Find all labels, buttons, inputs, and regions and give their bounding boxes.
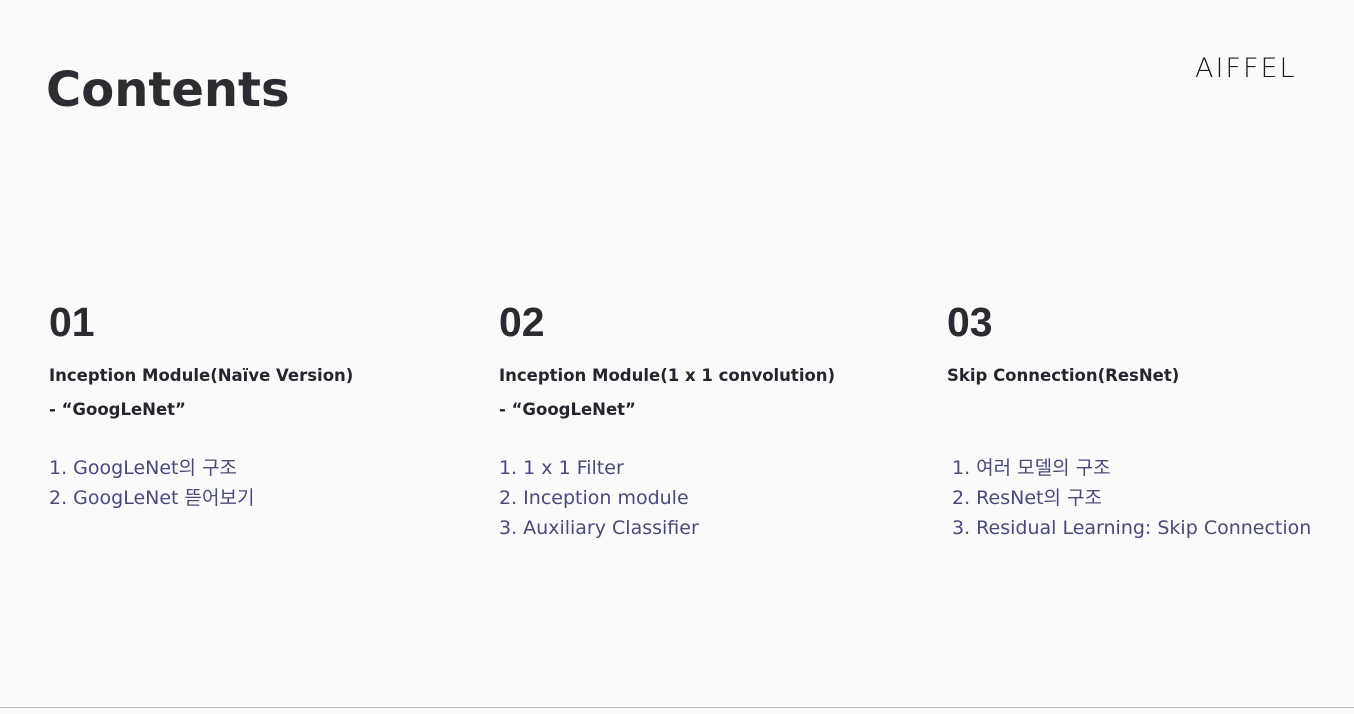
section-item-list: 1. 여러 모델의 구조 2. ResNet의 구조 3. Residual L… — [952, 453, 1311, 543]
section-item-list: 1. GoogLeNet의 구조 2. GoogLeNet 뜯어보기 — [49, 453, 254, 513]
bottom-divider — [0, 707, 1354, 708]
list-item: 2. ResNet의 구조 — [952, 487, 1102, 509]
section-03: 03 Skip Connection(ResNet) 1. 여러 모델의 구조 … — [947, 298, 1354, 539]
section-number: 02 — [499, 299, 545, 345]
section-subheading: - “GoogLeNet” — [499, 400, 636, 419]
section-number: 03 — [947, 299, 993, 345]
list-item: 3. Residual Learning: Skip Connection — [952, 517, 1312, 539]
list-item: 2. Inception module — [499, 487, 689, 509]
section-heading: Inception Module(1 x 1 convolution) — [499, 366, 836, 385]
section-item-list: 1. 1 x 1 Filter 2. Inception module 3. A… — [499, 453, 699, 543]
slide-title: Contents — [46, 62, 290, 118]
section-01: 01 Inception Module(Naïve Version) - “Go… — [49, 298, 469, 509]
aiffel-logo: AIFFEL — [1195, 53, 1297, 84]
list-item: 1. 1 x 1 Filter — [499, 457, 624, 479]
section-subheading: - “GoogLeNet” — [49, 400, 186, 419]
list-item: 2. GoogLeNet 뜯어보기 — [49, 487, 255, 509]
section-heading: Inception Module(Naïve Version) — [49, 366, 354, 385]
list-item: 1. GoogLeNet의 구조 — [49, 457, 237, 479]
list-item: 3. Auxiliary Classifier — [499, 517, 699, 539]
list-item: 1. 여러 모델의 구조 — [952, 457, 1111, 479]
section-heading: Skip Connection(ResNet) — [947, 366, 1180, 385]
section-number: 01 — [49, 299, 95, 345]
section-02: 02 Inception Module(1 x 1 convolution) -… — [499, 298, 919, 539]
